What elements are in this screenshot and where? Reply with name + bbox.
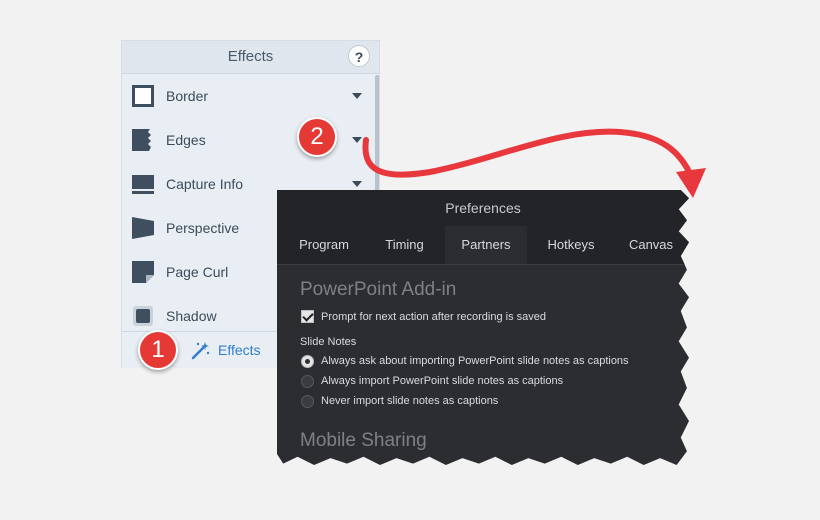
- curved-arrow: [362, 128, 706, 198]
- callout-2: 2: [297, 117, 337, 157]
- callout-1: 1: [138, 330, 178, 370]
